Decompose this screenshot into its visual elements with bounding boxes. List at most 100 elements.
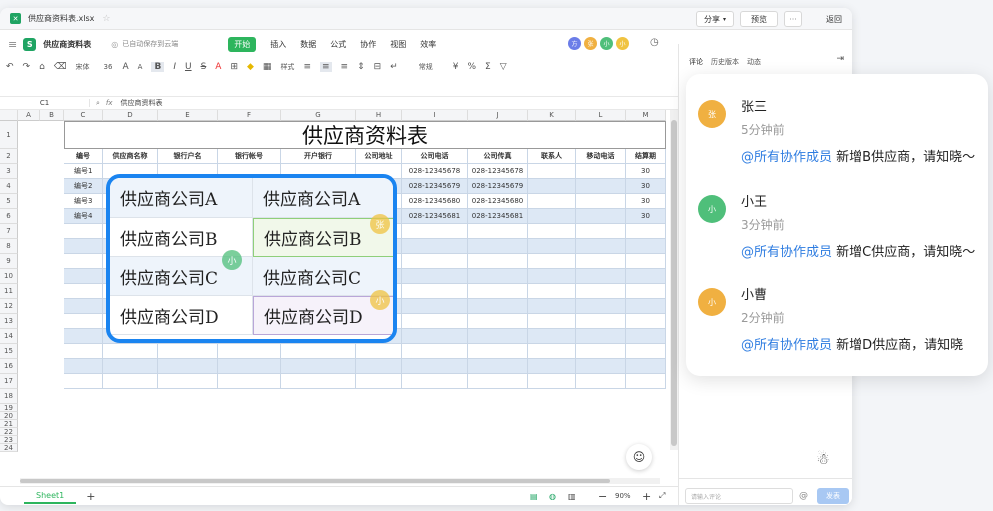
avatar[interactable]: 小 (600, 37, 613, 50)
table-cell[interactable]: 30 (626, 179, 666, 194)
align-left-icon[interactable]: ≡ (303, 62, 311, 72)
avatar[interactable]: 小 (698, 288, 726, 316)
column-header[interactable]: I (402, 110, 468, 121)
column-header-cell[interactable]: 供应商名称 (103, 149, 158, 164)
vertical-align-icon[interactable]: ⇕ (357, 62, 365, 72)
table-cell[interactable] (528, 374, 576, 389)
avatar[interactable]: 张 (698, 100, 726, 128)
column-header-cell[interactable]: 联系人 (528, 149, 576, 164)
table-cell[interactable] (626, 329, 666, 344)
align-center-icon[interactable]: ≡ (319, 62, 332, 72)
currency-icon[interactable]: ¥ (453, 62, 459, 72)
undo-icon[interactable]: ↶ (6, 62, 14, 72)
column-header[interactable]: M (626, 110, 666, 121)
table-cell[interactable] (576, 284, 626, 299)
style-select[interactable]: 样式 (280, 62, 294, 72)
table-cell[interactable] (64, 359, 103, 374)
table-cell[interactable]: 30 (626, 209, 666, 224)
italic-icon[interactable]: I (173, 62, 176, 72)
table-cell[interactable] (468, 284, 528, 299)
add-sheet-button[interactable]: + (86, 490, 95, 503)
table-cell[interactable] (158, 374, 218, 389)
formula-input[interactable]: 供应商资料表 (121, 98, 163, 108)
table-cell[interactable] (402, 359, 468, 374)
table-cell[interactable] (402, 239, 468, 254)
zoom-in-button[interactable]: + (642, 490, 651, 503)
mention-link[interactable]: @所有协作成员 (741, 150, 832, 165)
table-cell[interactable]: 30 (626, 194, 666, 209)
table-cell[interactable] (356, 374, 402, 389)
font-name-select[interactable]: 宋体 (76, 62, 90, 72)
column-header[interactable]: E (158, 110, 218, 121)
table-cell[interactable] (576, 164, 626, 179)
row-header[interactable]: 3 (0, 164, 18, 179)
table-cell[interactable] (468, 224, 528, 239)
select-all-corner[interactable] (0, 110, 18, 121)
table-cell[interactable] (218, 374, 281, 389)
column-header[interactable]: F (218, 110, 281, 121)
sheet-title-cell[interactable]: 供应商资料表 (64, 121, 666, 149)
table-cell[interactable]: 028-12345681 (468, 209, 528, 224)
table-cell[interactable] (626, 269, 666, 284)
table-cell[interactable] (402, 254, 468, 269)
table-cell[interactable] (218, 344, 281, 359)
comment-input[interactable]: 请输入评论 (685, 488, 793, 504)
table-cell[interactable] (64, 374, 103, 389)
row-header[interactable]: 24 (0, 444, 18, 452)
table-cell[interactable]: 028-12345679 (402, 179, 468, 194)
tab-activity[interactable]: 动态 (747, 57, 761, 67)
table-cell[interactable] (576, 344, 626, 359)
table-cell[interactable] (103, 344, 158, 359)
table-cell[interactable] (528, 269, 576, 284)
table-cell[interactable] (218, 359, 281, 374)
back-button[interactable]: 返回 (826, 14, 842, 25)
table-cell[interactable] (468, 269, 528, 284)
table-cell[interactable] (528, 239, 576, 254)
number-format-select[interactable]: 常规 (419, 62, 433, 72)
table-cell[interactable] (626, 239, 666, 254)
row-header[interactable]: 21 (0, 420, 18, 428)
column-header-cell[interactable]: 开户银行 (281, 149, 356, 164)
table-cell[interactable] (576, 359, 626, 374)
table-cell[interactable] (103, 374, 158, 389)
table-cell[interactable]: 编号3 (64, 194, 103, 209)
wrap-text-icon[interactable]: ↵ (390, 62, 398, 72)
table-cell[interactable] (576, 374, 626, 389)
table-cell[interactable] (626, 374, 666, 389)
table-cell[interactable] (402, 284, 468, 299)
table-cell[interactable] (64, 224, 103, 239)
table-cell[interactable] (576, 194, 626, 209)
table-cell[interactable] (356, 359, 402, 374)
menu-view[interactable]: 视图 (390, 39, 406, 50)
table-cell[interactable] (356, 344, 402, 359)
more-button[interactable]: ··· (784, 11, 802, 27)
row-header[interactable]: 22 (0, 428, 18, 436)
column-header[interactable]: A (18, 110, 40, 121)
mention-at-button[interactable]: @ (799, 491, 808, 501)
table-cell[interactable] (64, 269, 103, 284)
fill-color-icon[interactable]: ◆ (247, 62, 254, 72)
sheet-view-icon[interactable]: ▤ (530, 492, 538, 501)
protect-icon[interactable]: ◍ (549, 492, 556, 501)
avatar[interactable]: 小 (698, 195, 726, 223)
row-header[interactable]: 19 (0, 404, 18, 412)
table-cell[interactable]: 编号4 (64, 209, 103, 224)
table-cell[interactable]: 028-12345678 (468, 164, 528, 179)
table-cell[interactable] (528, 359, 576, 374)
column-header-cell[interactable]: 公司电话 (402, 149, 468, 164)
row-header[interactable]: 11 (0, 284, 18, 299)
table-cell[interactable] (528, 314, 576, 329)
table-cell[interactable] (468, 314, 528, 329)
row-header[interactable]: 5 (0, 194, 18, 209)
table-cell[interactable] (626, 359, 666, 374)
cell-style-icon[interactable]: ▦ (263, 62, 272, 72)
row-header[interactable]: 4 (0, 179, 18, 194)
table-cell[interactable] (468, 299, 528, 314)
table-cell[interactable]: 30 (626, 164, 666, 179)
strikethrough-icon[interactable]: S (201, 62, 207, 72)
format-painter-icon[interactable]: ⌂ (39, 62, 45, 72)
table-cell[interactable] (402, 329, 468, 344)
table-cell[interactable]: 编号1 (64, 164, 103, 179)
table-cell[interactable] (158, 359, 218, 374)
column-header-cell[interactable]: 移动电话 (576, 149, 626, 164)
